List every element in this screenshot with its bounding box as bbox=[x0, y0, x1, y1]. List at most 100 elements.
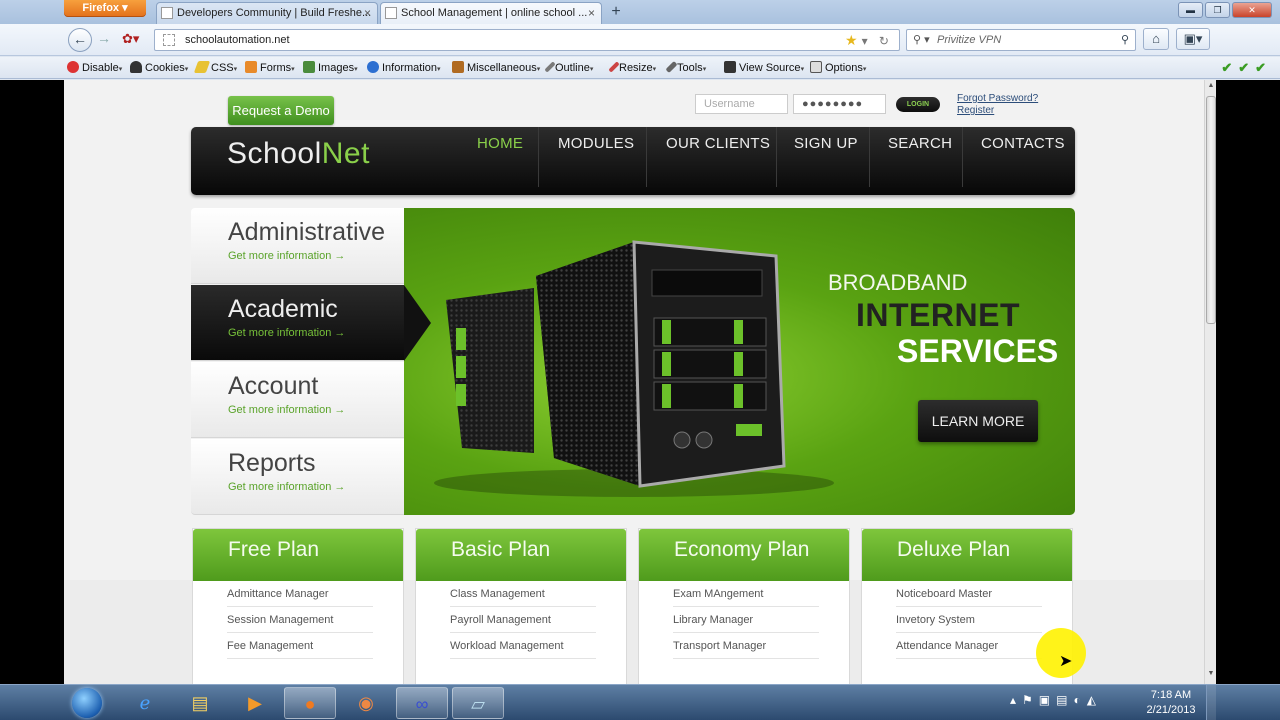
username-field[interactable]: Username bbox=[695, 94, 788, 114]
system-tray-icons[interactable]: ▴⚑▣▤◐◭ bbox=[1010, 693, 1102, 707]
chrome-icon[interactable]: ◉ bbox=[340, 687, 392, 719]
scroll-down-arrow-icon[interactable]: ▼ bbox=[1205, 670, 1217, 682]
get-more-info-link[interactable]: Get more information → bbox=[228, 481, 345, 493]
bookmark-star-icon[interactable]: ★ bbox=[845, 32, 862, 48]
side-item-title: Academic bbox=[228, 295, 338, 323]
information-icon bbox=[367, 61, 379, 73]
devbar-forms[interactable]: Forms▾ bbox=[245, 61, 295, 74]
notes-app-icon[interactable]: ▱ bbox=[452, 687, 504, 719]
devbar-disable[interactable]: Disable▾ bbox=[67, 61, 122, 74]
side-item-title: Administrative bbox=[228, 218, 385, 246]
internet-explorer-icon[interactable]: ℯ bbox=[119, 687, 171, 719]
site-logo[interactable]: SchoolNet bbox=[227, 137, 370, 171]
menu-home[interactable]: HOME bbox=[477, 135, 523, 152]
address-bar[interactable]: schoolautomation.net ★▾ ↻ bbox=[154, 29, 900, 51]
hero-banner: BROADBAND INTERNET SERVICES LEARN MORE bbox=[404, 208, 1075, 515]
scrollbar-thumb[interactable] bbox=[1206, 96, 1216, 324]
menu-modules[interactable]: MODULES bbox=[558, 135, 634, 152]
plan-feature: Invetory System bbox=[896, 607, 1042, 633]
home-button[interactable]: ⌂ bbox=[1143, 28, 1169, 50]
banner-line-broadband: BROADBAND bbox=[828, 270, 968, 295]
minimize-button[interactable]: ▬ bbox=[1178, 2, 1203, 18]
side-item-account[interactable]: Account Get more information → bbox=[191, 362, 404, 438]
forms-icon bbox=[245, 61, 257, 73]
plan-title[interactable]: Free Plan bbox=[193, 529, 403, 581]
plan-feature: Session Management bbox=[227, 607, 373, 633]
close-icon[interactable]: × bbox=[588, 3, 595, 23]
get-more-info-link[interactable]: Get more information → bbox=[228, 404, 345, 416]
login-button[interactable]: LOGIN bbox=[896, 97, 940, 112]
learn-more-button[interactable]: LEARN MORE bbox=[918, 400, 1038, 442]
media-player-icon[interactable]: ▶ bbox=[229, 687, 281, 719]
tab-developers-community[interactable]: Developers Community | Build Freshe... × bbox=[156, 2, 378, 24]
url-text: schoolautomation.net bbox=[185, 34, 290, 46]
bookmarks-menu-button[interactable]: ▣▾ bbox=[1176, 28, 1210, 50]
devbar-css[interactable]: CSS▾ bbox=[193, 61, 237, 74]
plan-feature: Library Manager bbox=[673, 607, 819, 633]
devbar-images[interactable]: Images▾ bbox=[303, 61, 358, 74]
plan-feature: Payroll Management bbox=[450, 607, 596, 633]
new-tab-button[interactable]: + bbox=[604, 3, 628, 23]
plan-title[interactable]: Basic Plan bbox=[416, 529, 626, 581]
maximize-button[interactable]: ❐ bbox=[1205, 2, 1230, 18]
side-item-academic[interactable]: Academic Get more information → bbox=[191, 285, 404, 361]
get-more-info-link[interactable]: Get more information → bbox=[228, 250, 345, 262]
devbar-view-source[interactable]: View Source▾ bbox=[724, 61, 804, 74]
side-item-reports[interactable]: Reports Get more information → bbox=[191, 439, 404, 515]
menu-divider bbox=[538, 127, 539, 187]
search-icon[interactable]: ⚲ bbox=[1121, 30, 1129, 50]
forgot-password-link[interactable]: Forgot Password? bbox=[957, 93, 1038, 105]
forward-button[interactable]: → bbox=[92, 28, 116, 52]
menu-contacts[interactable]: CONTACTS bbox=[981, 135, 1065, 152]
close-icon[interactable]: × bbox=[364, 3, 371, 23]
page-icon bbox=[161, 7, 173, 19]
addon-icon[interactable]: ✿▾ bbox=[122, 31, 139, 47]
clock[interactable]: 7:18 AM 2/21/2013 bbox=[1142, 688, 1200, 718]
request-demo-button[interactable]: Request a Demo bbox=[228, 96, 334, 125]
plan-card-basic: Basic Plan Class Management Payroll Mana… bbox=[415, 528, 627, 684]
devbar-options[interactable]: Options▾ bbox=[810, 61, 866, 74]
clock-time: 7:18 AM bbox=[1150, 689, 1192, 701]
menu-divider bbox=[869, 127, 870, 187]
infinity-app-icon[interactable]: ∞ bbox=[396, 687, 448, 719]
left-letterbox bbox=[0, 80, 64, 684]
side-item-administrative[interactable]: Administrative Get more information → bbox=[191, 208, 404, 284]
devbar-tools[interactable]: Tools▾ bbox=[665, 60, 706, 74]
menu-search[interactable]: SEARCH bbox=[888, 135, 952, 152]
firefox-icon[interactable]: ● bbox=[284, 687, 336, 719]
devbar-resize[interactable]: Resize▾ bbox=[608, 61, 656, 74]
login-links: Forgot Password? Register bbox=[957, 93, 1038, 117]
plan-feature: Admittance Manager bbox=[227, 581, 373, 607]
devbar-cookies[interactable]: Cookies▾ bbox=[130, 61, 188, 74]
plan-title[interactable]: Deluxe Plan bbox=[862, 529, 1072, 581]
password-field[interactable]: ●●●●●●●● bbox=[793, 94, 886, 114]
show-desktop-button[interactable] bbox=[1206, 685, 1216, 720]
plan-feature: Attendance Manager bbox=[896, 633, 1042, 659]
plan-feature: Class Management bbox=[450, 581, 596, 607]
plan-title[interactable]: Economy Plan bbox=[639, 529, 849, 581]
search-placeholder: Privitize VPN bbox=[937, 34, 1002, 46]
tab-school-management[interactable]: School Management | online school ... × bbox=[380, 2, 602, 24]
page-scrollbar[interactable]: ▲ ▼ bbox=[1204, 80, 1216, 684]
search-engine-icon[interactable]: ⚲ ▾ bbox=[913, 30, 930, 50]
outline-icon bbox=[544, 61, 556, 73]
register-link[interactable]: Register bbox=[957, 105, 1038, 117]
back-button[interactable]: ← bbox=[68, 28, 92, 52]
start-button[interactable] bbox=[72, 688, 102, 718]
firefox-menu-button[interactable]: Firefox ▾ bbox=[64, 0, 146, 17]
file-explorer-icon[interactable]: ▤ bbox=[174, 687, 226, 719]
tab-label: School Management | online school ... bbox=[401, 7, 588, 19]
window-close-button[interactable]: ✕ bbox=[1232, 2, 1272, 18]
right-letterbox bbox=[1216, 80, 1280, 684]
scroll-up-arrow-icon[interactable]: ▲ bbox=[1205, 82, 1217, 94]
devbar-miscellaneous[interactable]: Miscellaneous▾ bbox=[452, 61, 540, 74]
resize-icon bbox=[608, 61, 620, 73]
get-more-info-link[interactable]: Get more information → bbox=[228, 327, 345, 339]
devbar-information[interactable]: Information▾ bbox=[367, 61, 441, 74]
side-item-title: Account bbox=[228, 372, 319, 400]
menu-sign-up[interactable]: SIGN UP bbox=[794, 135, 858, 152]
search-input[interactable]: ⚲ ▾ Privitize VPN ⚲ bbox=[906, 29, 1136, 51]
view-source-icon bbox=[724, 61, 736, 73]
menu-our-clients[interactable]: OUR CLIENTS bbox=[666, 135, 770, 152]
devbar-outline[interactable]: Outline▾ bbox=[544, 61, 593, 74]
